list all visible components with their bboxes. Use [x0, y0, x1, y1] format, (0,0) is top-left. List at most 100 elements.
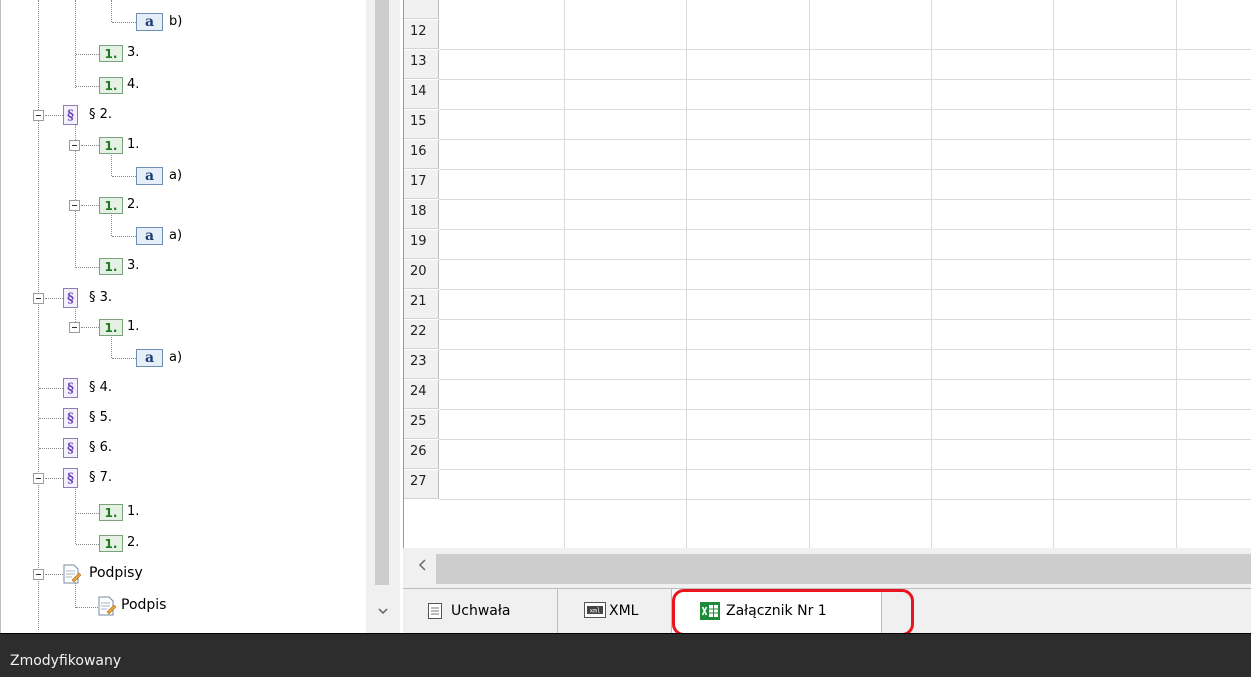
grid-row-line [439, 439, 1251, 440]
xml-icon: xml [584, 602, 606, 620]
letter-icon: a [136, 167, 163, 185]
row-header[interactable]: 23 [404, 350, 439, 379]
number-icon: 1. [99, 258, 123, 275]
tree-connector [38, 0, 39, 630]
horizontal-scrollbar[interactable] [403, 548, 1251, 588]
number-icon: 1. [99, 45, 123, 62]
tree-item-label[interactable]: 1. [127, 319, 139, 334]
collapse-toggle[interactable] [69, 140, 80, 151]
tree-item-label[interactable]: a) [169, 228, 182, 243]
collapse-toggle[interactable] [33, 473, 44, 484]
number-icon: 1. [99, 197, 123, 214]
collapse-toggle[interactable] [69, 200, 80, 211]
row-header[interactable] [404, 0, 439, 19]
status-text: Zmodyfikowany [10, 653, 122, 669]
row-header[interactable]: 24 [404, 380, 439, 409]
row-header[interactable]: 16 [404, 140, 439, 169]
grid-row-line [439, 409, 1251, 410]
document-structure-tree[interactable]: a b) 1. 3. 1. 4. § § 2. 1. 1. a a) 1. 2.… [0, 0, 366, 633]
grid-column-line [686, 0, 687, 548]
grid-column-line [1053, 0, 1054, 548]
row-header[interactable]: 20 [404, 260, 439, 289]
horizontal-scrollbar-thumb[interactable] [436, 554, 1251, 584]
tree-item-label[interactable]: a) [169, 350, 182, 365]
tree-item-label[interactable]: 2. [127, 535, 139, 550]
tree-scrollbar-thumb[interactable] [375, 0, 389, 585]
grid-row-line [439, 229, 1251, 230]
tab-label: XML [609, 603, 639, 619]
grid-column-line [1176, 0, 1177, 548]
collapse-toggle[interactable] [33, 569, 44, 580]
tree-item-label[interactable]: § 4. [89, 380, 112, 395]
tab-xml[interactable]: xml XML [558, 589, 672, 633]
tree-connector [111, 152, 112, 176]
tree-connector [76, 54, 99, 55]
tree-connector [39, 418, 63, 419]
tree-item-label[interactable]: 4. [127, 77, 139, 92]
tree-item-label[interactable]: § 6. [89, 440, 112, 455]
row-header[interactable]: 14 [404, 80, 439, 109]
number-icon: 1. [99, 535, 123, 552]
row-header[interactable]: 12 [404, 20, 439, 49]
tree-connector [39, 388, 63, 389]
grid-row-line [439, 79, 1251, 80]
grid-column-line [931, 0, 932, 548]
row-header[interactable]: 19 [404, 230, 439, 259]
row-header[interactable]: 22 [404, 320, 439, 349]
row-header[interactable]: 15 [404, 110, 439, 139]
grid-row-line [439, 49, 1251, 50]
tree-item-label[interactable]: 3. [127, 258, 139, 273]
paragraph-icon: § [63, 408, 78, 428]
row-header[interactable]: 26 [404, 440, 439, 469]
grid-row-line [439, 169, 1251, 170]
row-header[interactable]: 17 [404, 170, 439, 199]
tree-item-label[interactable]: b) [169, 14, 182, 29]
letter-icon: a [136, 13, 163, 31]
row-header[interactable]: 21 [404, 290, 439, 319]
tree-item-label[interactable]: Podpis [121, 597, 166, 613]
number-icon: 1. [99, 504, 123, 521]
tree-connector [45, 298, 63, 299]
tree-connector [112, 22, 136, 23]
paragraph-icon: § [63, 378, 78, 398]
document-pen-icon [98, 596, 116, 616]
grid-row-line [439, 379, 1251, 380]
paragraph-icon: § [63, 288, 78, 308]
tab-uchwala[interactable]: Uchwała [403, 589, 558, 633]
tree-item-label[interactable]: 2. [127, 197, 139, 212]
chevron-down-icon[interactable] [376, 605, 390, 619]
collapse-toggle[interactable] [69, 322, 80, 333]
tree-scrollbar[interactable] [366, 0, 400, 633]
tree-item-label[interactable]: § 3. [89, 290, 112, 305]
paragraph-icon: § [63, 468, 78, 488]
chevron-left-icon[interactable] [417, 558, 427, 576]
tree-item-label[interactable]: 1. [127, 504, 139, 519]
tree-connector [76, 513, 99, 514]
grid-row-line [439, 139, 1251, 140]
row-header[interactable]: 25 [404, 410, 439, 439]
tree-item-label[interactable]: § 2. [89, 107, 112, 122]
collapse-toggle[interactable] [33, 110, 44, 121]
letter-icon: a [136, 349, 163, 367]
tree-item-label[interactable]: 1. [127, 137, 139, 152]
tree-connector [81, 327, 99, 328]
tree-connector [76, 267, 99, 268]
tree-item-label[interactable]: 3. [127, 45, 139, 60]
row-header[interactable]: 13 [404, 50, 439, 79]
spreadsheet-grid[interactable]: 12 13 14 15 16 17 18 19 20 21 22 23 24 25 26 27 [403, 0, 1251, 548]
tree-item-label[interactable]: a) [169, 168, 182, 183]
tree-connector [75, 484, 76, 544]
number-icon: 1. [99, 319, 123, 336]
tree-connector [111, 0, 112, 22]
grid-column-line [809, 0, 810, 548]
collapse-toggle[interactable] [33, 293, 44, 304]
tree-item-label[interactable]: Podpisy [89, 565, 143, 581]
grid-row-line [439, 289, 1251, 290]
tree-item-label[interactable]: § 7. [89, 470, 112, 485]
grid-row-line [439, 259, 1251, 260]
row-header[interactable]: 18 [404, 200, 439, 229]
tree-connector [39, 448, 63, 449]
row-header[interactable]: 27 [404, 470, 439, 499]
document-icon [427, 602, 445, 620]
tree-item-label[interactable]: § 5. [89, 410, 112, 425]
